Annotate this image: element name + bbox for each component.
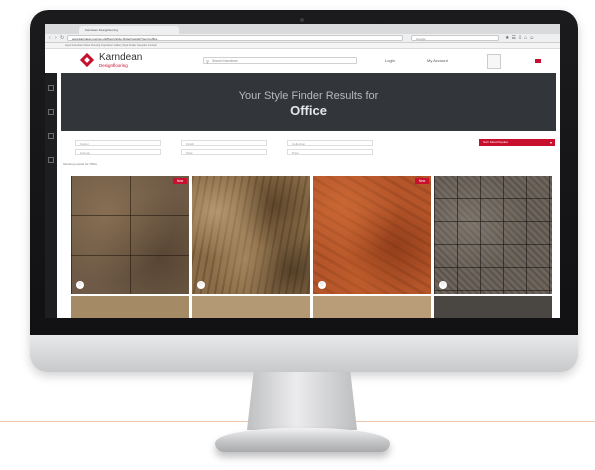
forward-icon[interactable]: › (55, 35, 57, 41)
stand-neck (247, 372, 357, 430)
filter-colour[interactable]: Colour (75, 140, 161, 146)
browser-tab[interactable]: Karndean Designflooring (79, 26, 179, 34)
filter-format[interactable]: Format (75, 149, 161, 155)
url-bar[interactable]: www.karndean.com/en-gb/floors/style-find… (67, 35, 403, 41)
site-search-placeholder: Search Karndean (212, 59, 238, 63)
login-link[interactable]: Login (385, 57, 395, 64)
chevron-down-icon: ▾ (549, 140, 552, 145)
rail-icon-3[interactable] (48, 133, 54, 139)
browser-toolbar: ‹ › ↻ www.karndean.com/en-gb/floors/styl… (45, 34, 560, 43)
filter-finish[interactable]: Finish (181, 140, 267, 146)
stand-base (215, 428, 390, 452)
logo-icon[interactable] (79, 52, 95, 68)
heart-icon[interactable]: ♡ (318, 281, 326, 289)
search-icon: ⚲ (206, 59, 209, 64)
basket-icon[interactable] (487, 54, 501, 69)
product-tile[interactable]: ♡ (192, 176, 310, 294)
screen: Karndean Designflooring ‹ › ↻ www.karnde… (45, 24, 560, 318)
site-header: Karndean Designflooring ⚲ Search Karndea… (45, 50, 560, 72)
filter-style[interactable]: Style (181, 149, 267, 155)
logo-subtitle: Designflooring (99, 63, 128, 68)
menu-icon[interactable] (48, 85, 54, 91)
product-tile-partial[interactable] (313, 296, 431, 318)
heart-icon[interactable]: ♡ (76, 281, 84, 289)
account-link[interactable]: My Account (427, 57, 448, 64)
new-badge: New (415, 178, 429, 184)
product-tile[interactable]: New ♡ (313, 176, 431, 294)
left-rail (45, 73, 57, 318)
hero-banner: Your Style Finder Results for Office (61, 73, 556, 131)
logo-name[interactable]: Karndean (99, 52, 142, 63)
hero-title: Your Style Finder Results for (238, 90, 379, 102)
product-tile[interactable]: ♡ (434, 176, 552, 294)
product-tile[interactable]: New ♡ (71, 176, 189, 294)
camera-icon (300, 18, 304, 22)
imac-chin (30, 335, 578, 372)
results-count: Showing results for Office (63, 162, 98, 166)
flag-icon[interactable] (535, 59, 541, 63)
product-tile-partial[interactable] (434, 296, 552, 318)
toolbar-icons[interactable]: ★☰⇩⌂☺ (505, 35, 536, 41)
filter-price[interactable]: Price (287, 149, 373, 155)
hero-room: Office (290, 103, 327, 118)
new-badge: New (173, 178, 187, 184)
filter-collection[interactable]: Collection (287, 140, 373, 146)
heart-icon[interactable]: ♡ (439, 281, 447, 289)
product-tile-partial[interactable] (71, 296, 189, 318)
product-tile-partial[interactable] (192, 296, 310, 318)
bookmarks-bar[interactable]: Apps Karndean News Flooring Inspiration … (45, 43, 560, 49)
browser-search-input[interactable]: Google (411, 35, 499, 41)
back-icon[interactable]: ‹ (49, 35, 51, 41)
browser-tab-strip: Karndean Designflooring (45, 24, 560, 34)
sort-select[interactable]: Sort: Most Popular ▾ (479, 139, 555, 146)
rail-icon-4[interactable] (48, 157, 54, 163)
rail-icon-2[interactable] (48, 109, 54, 115)
site-search-input[interactable]: ⚲ Search Karndean (203, 57, 357, 64)
sort-label: Sort: Most Popular (483, 140, 508, 144)
reload-icon[interactable]: ↻ (60, 35, 64, 41)
heart-icon[interactable]: ♡ (197, 281, 205, 289)
